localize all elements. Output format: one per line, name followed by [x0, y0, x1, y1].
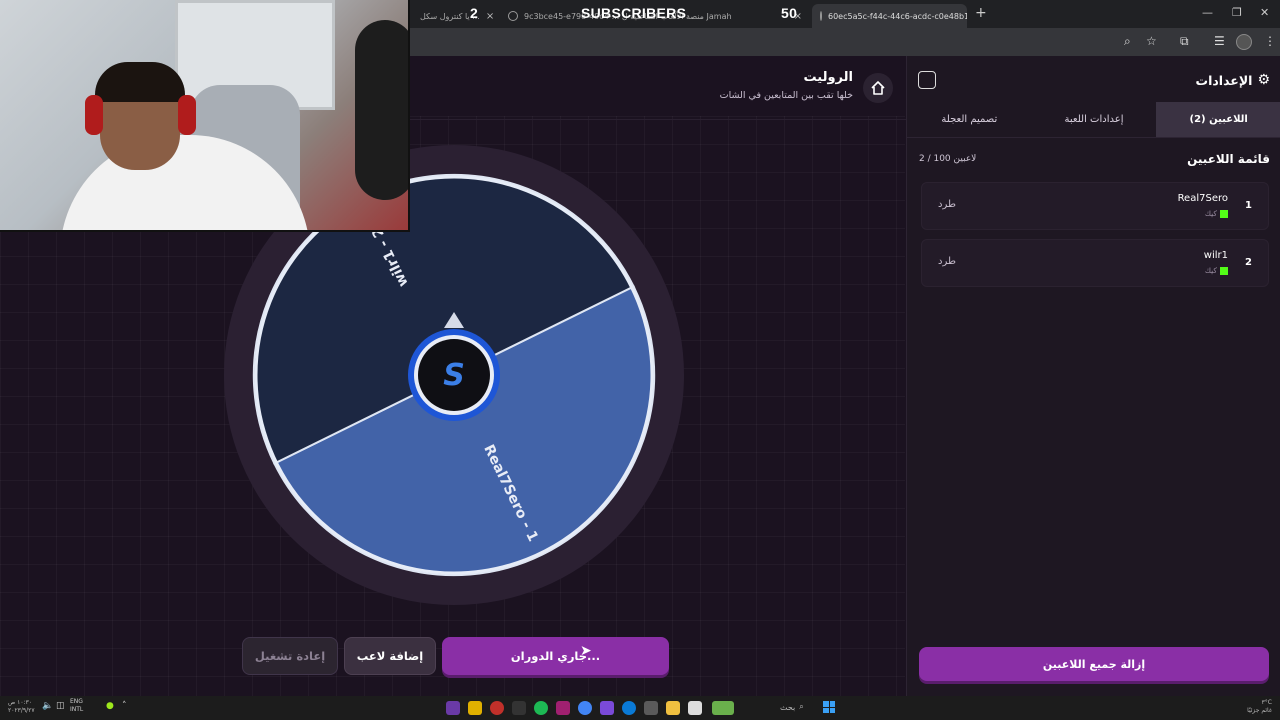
kick-player-button[interactable]: طرد: [938, 199, 956, 210]
players-list-title: قائمة اللاعبين: [1187, 152, 1270, 166]
tab-game-settings[interactable]: إعدادات اللعبة: [1032, 102, 1157, 137]
home-button[interactable]: [863, 73, 893, 103]
settings-panel: الإعدادات ⚙ اللاعبين (2) إعدادات اللعبة …: [906, 56, 1280, 696]
clock-time: ١٠:٣٠ ص: [8, 699, 33, 706]
kick-logo-icon: [1220, 266, 1228, 275]
overlay-counter-left: 2: [470, 5, 479, 21]
collapse-panel-icon[interactable]: [918, 71, 936, 89]
taskbar-app-icon[interactable]: [446, 701, 460, 715]
taskbar-app-icon[interactable]: [512, 701, 526, 715]
windows-taskbar: ١٠:٣٠ ص ٢٠٢٣/٩/٢٧ 🔈 ◫ ENG INTL ● ˄ بحث ⌕…: [0, 696, 1280, 720]
taskbar-app-icon[interactable]: [644, 701, 658, 715]
browser-tab[interactable]: يا كنترول سكل ... ×: [412, 4, 496, 28]
add-player-button[interactable]: إضافة لاعب: [344, 637, 436, 675]
zoom-icon[interactable]: ⌕: [1124, 34, 1131, 49]
browser-menu-icon[interactable]: ⋮: [1264, 34, 1276, 48]
player-name: Real7Sero: [1177, 193, 1228, 204]
new-tab-plus-icon[interactable]: +: [975, 5, 987, 21]
platform-label: كيك: [1204, 209, 1217, 218]
webcam-person-hair: [95, 62, 185, 102]
tray-app-icon[interactable]: ●: [106, 701, 114, 711]
settings-title-text: الإعدادات: [1195, 72, 1253, 88]
weather-widget[interactable]: ٣°C غائم جزئيًا: [1247, 699, 1272, 715]
clock-date: ٢٠٢٣/٩/٢٧: [8, 707, 35, 714]
settings-tabs: اللاعبين (2) إعدادات اللعبة تصميم العجلة: [907, 102, 1280, 138]
main-header: الروليت خلها تقب بين المتابعين في الشات: [410, 56, 906, 120]
player-index: 1: [1245, 200, 1252, 211]
gear-icon: ⚙: [1257, 72, 1270, 88]
kick-logo-icon: [1220, 209, 1228, 218]
bookmark-star-icon[interactable]: ☆: [1146, 34, 1157, 48]
overlay-subscribers-label: SUBSCRIBERS: [581, 5, 687, 21]
close-window-icon[interactable]: ✕: [1260, 6, 1269, 19]
edge-icon[interactable]: [622, 701, 636, 715]
headphone-icon: [178, 95, 196, 135]
taskbar-app-icon[interactable]: [600, 701, 614, 715]
tab-favicon-icon: [820, 11, 822, 21]
lang-sub: INTL: [70, 706, 84, 713]
spotify-icon[interactable]: [534, 701, 548, 715]
taskbar-app-icon[interactable]: [556, 701, 570, 715]
page-title: الروليت: [803, 70, 853, 85]
language-indicator[interactable]: ENG INTL: [70, 698, 83, 714]
webcam-light: [355, 20, 408, 200]
tray-chevron-icon[interactable]: ˄: [122, 701, 127, 711]
taskbar-app-icon[interactable]: [468, 701, 482, 715]
overlay-counter-right: 50: [781, 5, 798, 21]
restart-button[interactable]: إعادة تشغيل: [242, 637, 338, 675]
spin-button[interactable]: جاري الدوران...: [442, 637, 669, 675]
media-icon[interactable]: ☰: [1214, 34, 1225, 48]
minimize-icon[interactable]: —: [1202, 6, 1213, 19]
maximize-icon[interactable]: ❐: [1232, 6, 1242, 19]
page-subtitle: خلها تقب بين المتابعين في الشات: [719, 90, 853, 101]
headphone-icon: [85, 95, 103, 135]
tab-title: 60ec5a5c-f44c-44c6-acdc-c0e48b1e4fb8 -: [828, 11, 967, 21]
player-platform: كيك: [1205, 209, 1228, 218]
mouse-cursor-icon: ➤: [580, 643, 592, 659]
kick-player-button[interactable]: طرد: [938, 256, 956, 267]
taskbar-app-icon[interactable]: [688, 701, 702, 715]
taskbar-clock[interactable]: ١٠:٣٠ ص ٢٠٢٣/٩/٢٧: [8, 699, 35, 715]
center-logo-icon: S: [443, 358, 465, 393]
player-index: 2: [1245, 257, 1252, 268]
player-name: wilr1: [1203, 250, 1228, 261]
settings-title: الإعدادات ⚙: [1196, 72, 1270, 88]
search-icon: ⌕: [799, 702, 804, 711]
browser-tab-active[interactable]: 60ec5a5c-f44c-44c6-acdc-c0e48b1e4fb8 - ×: [812, 4, 967, 28]
tab-close-icon[interactable]: ×: [486, 11, 494, 22]
webcam-overlay: [0, 0, 410, 232]
volume-icon[interactable]: 🔈: [42, 701, 53, 711]
remove-all-players-button[interactable]: إزالة جميع اللاعبين: [919, 647, 1269, 681]
file-explorer-icon[interactable]: [666, 701, 680, 715]
start-menu-icon[interactable]: [823, 701, 835, 713]
profile-avatar[interactable]: [1236, 34, 1252, 50]
tab-players[interactable]: اللاعبين (2): [1156, 102, 1280, 137]
extensions-icon[interactable]: ⧉: [1180, 34, 1189, 49]
weather-temp: ٣°C: [1261, 699, 1272, 706]
search-label: بحث: [780, 702, 796, 712]
taskbar-app-icon[interactable]: [712, 701, 734, 715]
weather-desc: غائم جزئيًا: [1247, 707, 1272, 714]
chrome-icon[interactable]: [578, 701, 592, 715]
list-item: 1 Real7Sero كيك طرد: [921, 182, 1269, 230]
platform-label: كيك: [1204, 266, 1217, 275]
lang-code: ENG: [70, 698, 83, 705]
tab-favicon-icon: [508, 11, 518, 21]
taskbar-app-icon[interactable]: [490, 701, 504, 715]
taskbar-search[interactable]: بحث ⌕: [780, 699, 820, 715]
list-item: 2 wilr1 كيك طرد: [921, 239, 1269, 287]
network-icon[interactable]: ◫: [56, 701, 65, 711]
home-icon: [871, 81, 885, 95]
players-count: 2 / 100 لاعبين: [919, 154, 977, 164]
tab-wheel-design[interactable]: تصميم العجلة: [907, 102, 1032, 137]
player-platform: كيك: [1205, 266, 1228, 275]
wheel-pointer-icon: [444, 312, 464, 328]
